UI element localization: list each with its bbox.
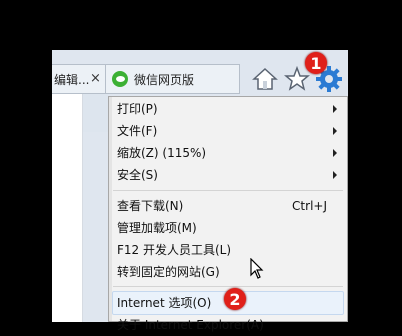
home-icon	[252, 67, 278, 90]
submenu-arrow-icon	[333, 171, 337, 179]
step-badge-1: 1	[305, 52, 327, 74]
home-button[interactable]	[250, 64, 280, 94]
menu-item-pinned-sites-label: 转到固定的网站(G)	[117, 265, 220, 279]
menu-item-addons[interactable]: 管理加载项(M)	[117, 217, 197, 239]
mouse-cursor-icon	[250, 258, 264, 279]
tab-edit-label: 编辑...	[54, 72, 90, 87]
menu-item-file-label: 文件(F)	[117, 124, 158, 138]
menu-item-about-label: 关于 Internet Explorer(A)	[117, 318, 264, 332]
menu-separator	[113, 286, 343, 287]
menu-item-devtools[interactable]: F12 开发人员工具(L)	[117, 239, 231, 261]
tab-close-icon[interactable]: ×	[90, 71, 101, 86]
wechat-icon	[112, 71, 128, 87]
menu-item-internet-options-label: Internet 选项(O)	[117, 296, 212, 310]
menu-item-print-label: 打印(P)	[117, 102, 158, 116]
menu-item-print[interactable]: 打印(P)	[117, 98, 158, 120]
star-icon	[284, 66, 310, 91]
menu-item-addons-label: 管理加载项(M)	[117, 221, 197, 235]
menu-separator	[113, 190, 343, 191]
page-content	[52, 94, 83, 322]
menu-item-zoom[interactable]: 缩放(Z) (115%)	[117, 142, 206, 164]
tools-menu: 打印(P) 文件(F) 缩放(Z) (115%) 安全(S) 查看下载(N) C…	[108, 96, 348, 332]
menu-item-pinned-sites[interactable]: 转到固定的网站(G)	[117, 261, 220, 283]
step-badge-2-label: 2	[229, 289, 241, 309]
step-badge-1-label: 1	[310, 53, 322, 73]
menu-item-internet-options[interactable]: Internet 选项(O)	[117, 292, 211, 314]
tab-wechat-label: 微信网页版	[134, 72, 195, 87]
menu-item-zoom-label: 缩放(Z) (115%)	[117, 146, 207, 160]
step-badge-2: 2	[224, 288, 246, 310]
menu-item-safety-label: 安全(S)	[117, 168, 158, 182]
submenu-arrow-icon	[333, 149, 337, 157]
submenu-arrow-icon	[333, 105, 337, 113]
menu-gutter	[109, 97, 112, 321]
tab-wechat[interactable]: × 微信网页版	[90, 64, 240, 94]
downloads-shortcut: Ctrl+J	[292, 199, 327, 213]
submenu-arrow-icon	[333, 127, 337, 135]
menu-item-about[interactable]: 关于 Internet Explorer(A)	[117, 314, 264, 336]
menu-item-downloads-label: 查看下载(N)	[117, 199, 184, 213]
menu-item-safety[interactable]: 安全(S)	[117, 164, 158, 186]
menu-item-devtools-label: F12 开发人员工具(L)	[117, 243, 232, 257]
menu-item-file[interactable]: 文件(F)	[117, 120, 157, 142]
